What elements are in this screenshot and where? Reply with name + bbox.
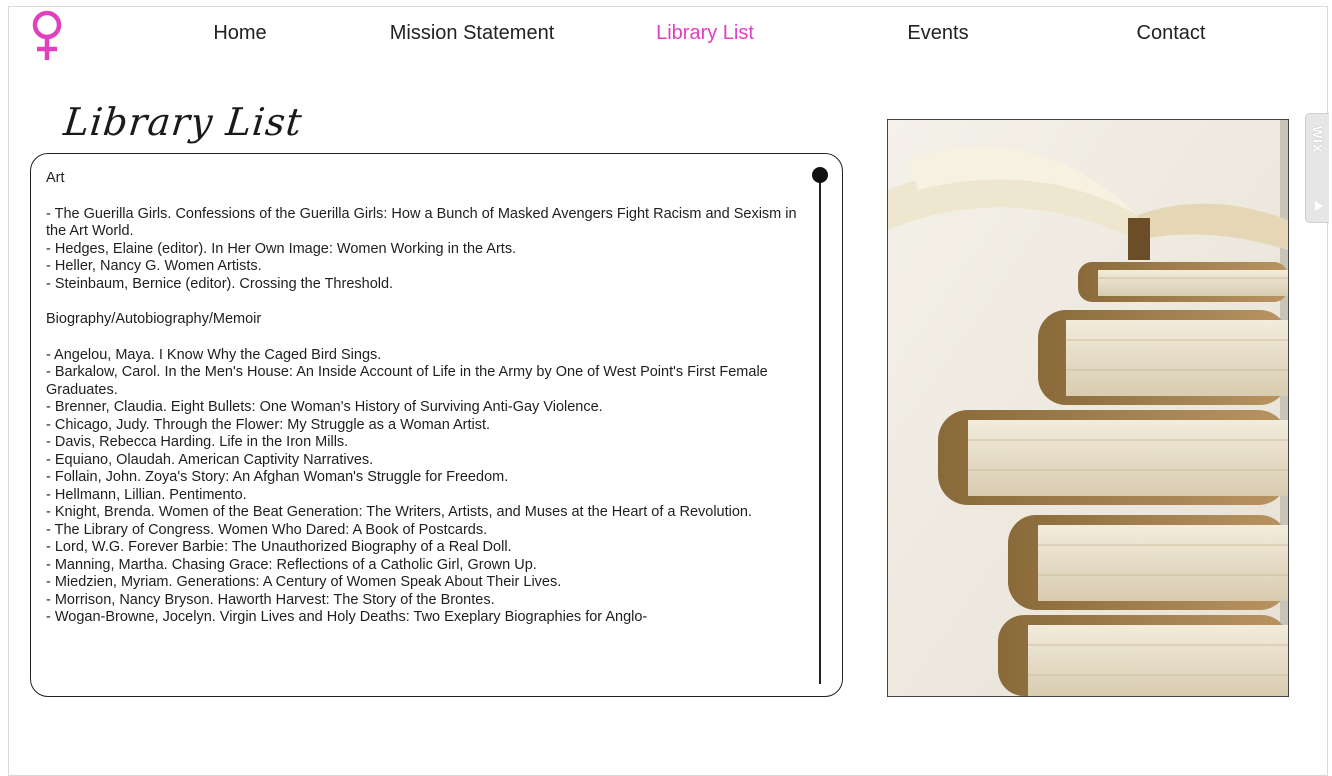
page-title: Library List [61,100,305,144]
section-entries-art: - The Guerilla Girls. Confessions of the… [46,206,806,294]
list-item: - Davis, Rebecca Harding. Life in the Ir… [46,434,349,450]
nav-item-library-list[interactable]: Library List [656,22,754,45]
nav-item-events[interactable]: Events [907,22,968,45]
list-item: - Brenner, Claudia. Eight Bullets: One W… [46,399,603,415]
section-heading-biography: Biography/Autobiography/Memoir [46,311,262,327]
list-item: - Heller, Nancy G. Women Artists. [46,258,262,274]
list-item: - Miedzien, Myriam. Generations: A Centu… [46,574,562,590]
list-item: - Wogan-Browne, Jocelyn. Virgin Lives an… [46,609,648,625]
nav-item-mission-statement[interactable]: Mission Statement [390,22,555,45]
nav-item-contact[interactable]: Contact [1137,22,1206,45]
list-item: - Barkalow, Carol. In the Men's House: A… [46,364,768,398]
nav-item-home[interactable]: Home [213,22,266,45]
scrollbar-track[interactable] [819,174,821,684]
list-item: - Knight, Brenda. Women of the Beat Gene… [46,504,753,520]
library-list-panel[interactable]: Art - The Guerilla Girls. Confessions of… [30,153,843,697]
list-item: - Hellmann, Lillian. Pentimento. [46,486,247,503]
list-item: - Angelou, Maya. I Know Why the Caged Bi… [46,346,382,363]
section-entries-biography: - Angelou, Maya. I Know Why the Caged Bi… [46,347,806,627]
list-item: - The Library of Congress. Women Who Dar… [46,521,488,538]
play-icon [1315,201,1323,211]
list-item: - The Guerilla Girls. Confessions of the… [46,205,797,240]
section-heading-art: Art [46,170,65,186]
main-nav: Home Mission Statement Library List Even… [0,22,1332,52]
wix-badge-label: WIX [1310,126,1325,154]
wix-badge-tab[interactable]: WIX [1305,113,1329,223]
scrollbar-thumb[interactable] [812,167,828,183]
stacked-books-illustration [888,120,1288,696]
list-item: - Lord, W.G. Forever Barbie: The Unautho… [46,539,512,555]
list-item: - Follain, John. Zoya's Story: An Afghan… [46,469,509,485]
list-item: - Hedges, Elaine (editor). In Her Own Im… [46,240,517,257]
list-item: - Chicago, Judy. Through the Flower: My … [46,416,491,433]
list-item: - Morrison, Nancy Bryson. Haworth Harves… [46,591,495,608]
list-item: - Steinbaum, Bernice (editor). Crossing … [46,275,394,292]
list-item: - Manning, Martha. Chasing Grace: Reflec… [46,556,537,573]
list-item: - Equiano, Olaudah. American Captivity N… [46,451,374,468]
stacked-books-image [887,119,1289,697]
library-list-content: Art - The Guerilla Girls. Confessions of… [46,170,806,645]
